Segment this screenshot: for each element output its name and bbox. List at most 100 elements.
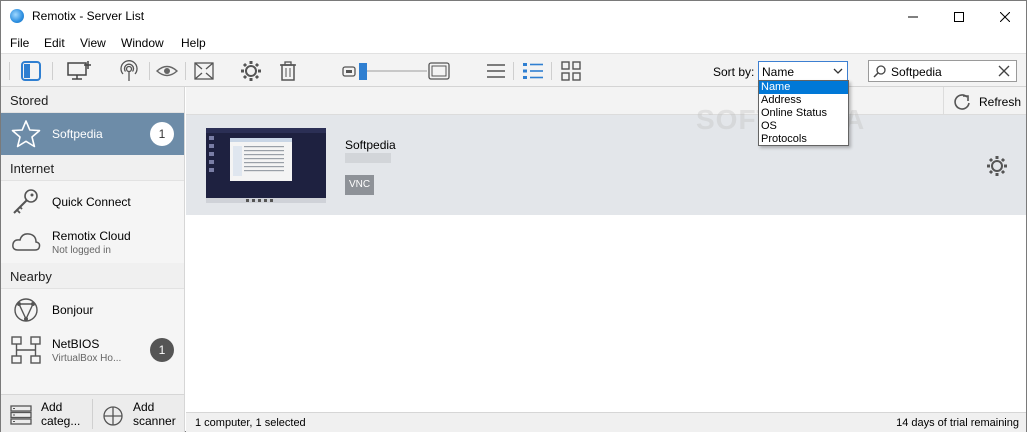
broadcast-button[interactable] <box>117 59 141 83</box>
app-window: Remotix - Server List File Edit View Win… <box>0 0 1027 432</box>
cloud-icon <box>11 227 41 257</box>
trial-status: 14 days of trial remaining <box>896 417 1019 429</box>
server-row[interactable]: Softpedia VNC <box>186 115 1026 215</box>
network-icon <box>11 335 41 365</box>
sidebar: Stored Softpedia 1 Internet Quick Connec… <box>1 87 185 432</box>
sort-by-label: Sort by: <box>713 65 755 79</box>
toggle-sidebar-button[interactable] <box>19 59 43 83</box>
refresh-label: Refresh <box>979 95 1022 109</box>
status-bar: 1 computer, 1 selected 14 days of trial … <box>186 412 1026 432</box>
slider-handle[interactable] <box>359 63 367 80</box>
gear-icon <box>241 61 261 81</box>
window-title: Remotix - Server List <box>32 9 145 23</box>
sidebar-item-label: Quick Connect <box>52 195 131 209</box>
sort-by-select[interactable]: Name <box>758 61 848 82</box>
trash-icon <box>280 61 296 81</box>
sort-option-protocols[interactable]: Protocols <box>759 133 848 146</box>
minimize-icon <box>908 16 918 17</box>
sidebar-item-softpedia[interactable]: Softpedia 1 <box>1 113 184 155</box>
large-size-icon <box>427 59 451 83</box>
broadcast-icon <box>120 60 138 81</box>
toolbar-separator <box>9 62 10 80</box>
fullscreen-button[interactable] <box>192 59 216 83</box>
title-bar: Remotix - Server List <box>1 1 1026 32</box>
add-scanner-label: Add scanner <box>133 400 176 428</box>
toolbar-separator <box>551 62 552 80</box>
add-monitor-icon <box>67 61 91 80</box>
sidebar-item-label: Softpedia <box>52 127 103 141</box>
protocol-badge[interactable]: VNC <box>345 175 374 195</box>
sort-option-os[interactable]: OS <box>759 120 848 133</box>
settings-button[interactable] <box>239 59 263 83</box>
close-icon <box>1000 11 1010 22</box>
search-input[interactable]: Softpedia <box>891 65 942 79</box>
stack-icon <box>10 405 32 428</box>
details-view-icon <box>523 63 543 79</box>
sort-dropdown-list: Name Address Online Status OS Protocols <box>758 80 849 146</box>
toolbar-separator <box>513 62 514 80</box>
add-server-button[interactable] <box>67 59 91 83</box>
view-only-button[interactable] <box>155 59 179 83</box>
section-header-internet: Internet <box>1 155 184 181</box>
cloud-status-text: Not logged in <box>52 245 111 256</box>
menu-edit[interactable]: Edit <box>44 36 65 50</box>
bonjour-icon <box>11 295 41 325</box>
toolbar-separator <box>149 62 150 80</box>
server-name: Softpedia <box>345 138 396 152</box>
count-badge: 1 <box>150 122 174 146</box>
small-size-icon <box>337 59 361 83</box>
view-grid-button[interactable] <box>559 59 583 83</box>
add-category-label: Add categ... <box>41 400 81 428</box>
refresh-button[interactable]: Refresh <box>943 87 1026 115</box>
menu-file[interactable]: File <box>10 36 29 50</box>
scanner-icon <box>102 405 124 430</box>
maximize-button[interactable] <box>936 1 982 32</box>
chevron-down-icon <box>833 65 843 79</box>
add-category-button[interactable]: Add categ... <box>1 395 92 432</box>
star-icon <box>11 119 41 149</box>
sidebar-item-label: NetBIOS <box>52 337 100 351</box>
search-field[interactable]: Softpedia <box>868 60 1017 82</box>
sidebar-item-label: Remotix Cloud <box>52 229 131 243</box>
sort-option-address[interactable]: Address <box>759 94 848 107</box>
sidebar-item-quick-connect[interactable]: Quick Connect <box>1 181 184 223</box>
view-list-button[interactable] <box>484 59 508 83</box>
server-settings-button[interactable] <box>986 155 1008 180</box>
menu-help[interactable]: Help <box>181 36 206 50</box>
toolbar-separator <box>52 62 53 80</box>
delete-button[interactable] <box>276 59 300 83</box>
section-header-nearby: Nearby <box>1 263 184 289</box>
minimize-button[interactable] <box>890 1 936 32</box>
gear-icon <box>987 156 1007 176</box>
eye-icon <box>155 65 179 77</box>
sidebar-toggle-icon <box>21 61 41 81</box>
menu-window[interactable]: Window <box>121 36 164 50</box>
toolbar-separator <box>185 62 186 80</box>
server-list-panel: Refresh Softpedia VNC <box>186 87 1026 412</box>
refresh-icon <box>952 92 972 115</box>
search-icon <box>873 64 887 81</box>
list-header-bar: Refresh <box>186 87 1026 115</box>
maximize-icon <box>954 11 964 22</box>
section-header-stored: Stored <box>1 87 184 113</box>
close-button[interactable] <box>982 1 1027 32</box>
sidebar-item-netbios[interactable]: NetBIOS VirtualBox Ho... 1 <box>1 329 184 371</box>
server-address-redacted <box>345 153 391 163</box>
sort-option-online-status[interactable]: Online Status <box>759 107 848 120</box>
server-thumbnail[interactable] <box>206 128 326 203</box>
sidebar-item-bonjour[interactable]: Bonjour <box>1 289 184 331</box>
view-details-button[interactable] <box>521 59 545 83</box>
thumbnail-size-slider[interactable] <box>359 63 427 80</box>
sort-option-name[interactable]: Name <box>759 81 848 94</box>
sort-select-value: Name <box>762 65 795 79</box>
add-scanner-button[interactable]: Add scanner <box>93 395 184 432</box>
sidebar-footer: Add categ... Add scanner <box>1 394 184 432</box>
menu-view[interactable]: View <box>80 36 106 50</box>
sidebar-item-remotix-cloud[interactable]: Remotix Cloud Not logged in <box>1 221 184 263</box>
key-icon <box>11 187 41 217</box>
sidebar-item-label: Bonjour <box>52 303 94 317</box>
count-badge: 1 <box>150 338 174 362</box>
fullscreen-icon <box>194 62 214 80</box>
selection-status: 1 computer, 1 selected <box>195 417 306 429</box>
clear-search-icon[interactable] <box>996 63 1012 82</box>
